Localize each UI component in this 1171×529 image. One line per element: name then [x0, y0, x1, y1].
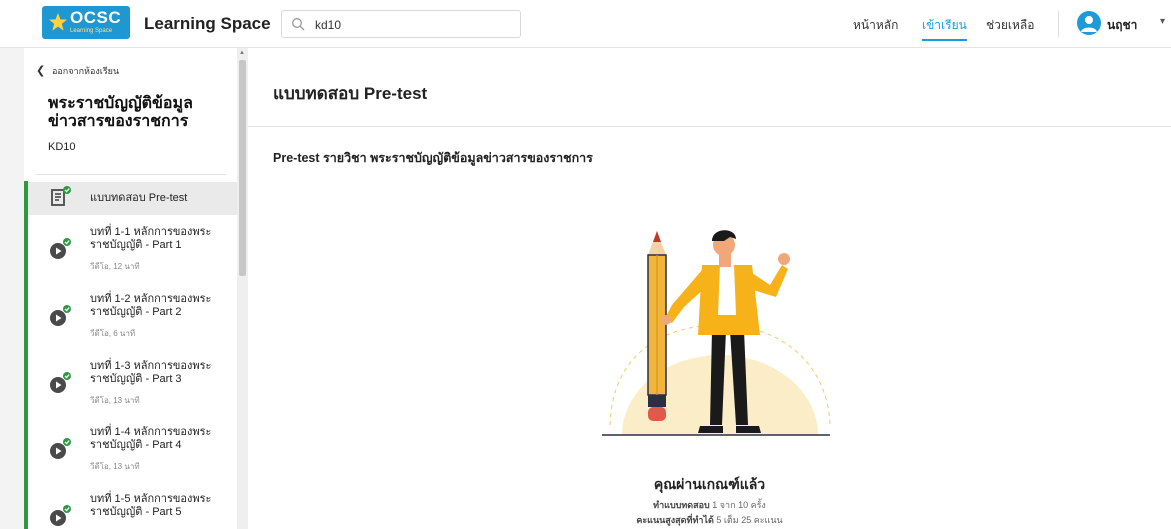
lesson-label: บทที่ 1-4 หลักการของพระราชบัญญัติ - Part… [90, 426, 212, 451]
scroll-up-icon[interactable]: ▲ [239, 50, 245, 56]
lesson-item-1-2[interactable]: บทที่ 1-2 หลักการของพระราชบัญญัติ - Part… [24, 287, 237, 345]
attempt-label: ทำแบบทดสอบ [653, 500, 710, 510]
chevron-down-icon[interactable]: ▾ [1160, 16, 1165, 27]
search-input[interactable] [315, 15, 510, 34]
lesson-item-1-1[interactable]: บทที่ 1-1 หลักการของพระราชบัญญัติ - Part… [24, 220, 237, 278]
lesson-item-1-5[interactable]: บทที่ 1-5 หลักการของพระราชบัญญัติ - Part… [24, 487, 237, 529]
main-content: แบบทดสอบ Pre-test Pre-test รายวิชา พระรา… [248, 48, 1171, 529]
course-title: พระราชบัญญัติข้อมูลข่าวสารของราชการ [48, 95, 193, 130]
lesson-label: บทที่ 1-5 หลักการของพระราชบัญญัติ - Part… [90, 493, 212, 518]
video-play-icon [50, 372, 71, 393]
logo-text: OCSC [70, 8, 122, 27]
video-play-icon [50, 238, 71, 259]
nav-divider [1058, 11, 1059, 37]
star-logo-icon [49, 13, 67, 31]
nav-home[interactable]: หน้าหลัก [853, 16, 898, 35]
pretest-illustration [602, 230, 831, 436]
video-play-icon [50, 505, 71, 526]
quiz-subtitle: Pre-test รายวิชา พระราชบัญญัติข้อมูลข่าว… [273, 151, 593, 165]
divider [36, 174, 226, 175]
lesson-label: บทที่ 1-3 หลักการของพระราชบัญญัติ - Part… [90, 360, 212, 385]
lesson-meta: วีดีโอ, 13 นาที [90, 462, 140, 471]
lesson-label: บทที่ 1-1 หลักการของพระราชบัญญัติ - Part… [90, 226, 212, 251]
video-play-icon [50, 305, 71, 326]
search-icon [292, 18, 305, 31]
back-label: ออกจากห้องเรียน [52, 66, 120, 76]
nav-enrolled[interactable]: เข้าเรียน [922, 16, 967, 41]
scrollbar-thumb[interactable] [239, 60, 246, 276]
sidebar-scrollbar[interactable]: ▲ [237, 48, 248, 529]
nav-help[interactable]: ช่วยเหลือ [986, 16, 1035, 35]
ocsc-logo[interactable]: OCSC Learning Space [42, 6, 130, 39]
pass-status-heading: คุณผ่านเกณฑ์แล้ว [653, 476, 766, 492]
attempt-info: ทำแบบทดสอบ 1 จาก 10 ครั้ง [248, 498, 1171, 512]
lesson-meta: วีดีโอ, 13 นาที [90, 396, 140, 405]
score-label: คะแนนสูงสุดที่ทำได้ [636, 515, 714, 525]
user-name[interactable]: นฤชา [1107, 16, 1137, 35]
lesson-item-1-4[interactable]: บทที่ 1-4 หลักการของพระราชบัญญัติ - Part… [24, 420, 237, 478]
lesson-item-pretest[interactable]: แบบทดสอบ Pre-test [24, 182, 237, 215]
back-to-classroom-link[interactable]: ❮ ออกจากห้องเรียน [36, 64, 119, 78]
quiz-document-icon [51, 186, 71, 206]
course-sidebar: ❮ ออกจากห้องเรียน พระราชบัญญัติข้อมูลข่าว… [24, 48, 237, 529]
course-progress-bar [24, 181, 28, 529]
video-play-icon [50, 438, 71, 459]
chevron-left-icon: ❮ [36, 65, 46, 77]
score-info: คะแนนสูงสุดที่ทำได้ 5 เต็ม 25 คะแนน [248, 513, 1171, 527]
user-icon [1081, 16, 1097, 32]
top-navigation-bar: OCSC Learning Space Learning Space หน้าห… [0, 0, 1171, 48]
user-avatar[interactable] [1077, 11, 1101, 35]
search-box[interactable] [281, 10, 521, 38]
lesson-label: บทที่ 1-2 หลักการของพระราชบัญญัติ - Part… [90, 293, 212, 318]
attempt-value: 1 จาก 10 ครั้ง [712, 500, 766, 510]
page-title: แบบทดสอบ Pre-test [273, 84, 428, 103]
course-code: KD10 [48, 141, 76, 153]
score-value: 5 เต็ม 25 คะแนน [716, 515, 783, 525]
divider [248, 126, 1171, 127]
lesson-label: แบบทดสอบ Pre-test [90, 192, 188, 204]
brand-title[interactable]: Learning Space [144, 14, 271, 34]
lesson-meta: วีดีโอ, 6 นาที [90, 329, 136, 338]
logo-subtext: Learning Space [70, 28, 113, 34]
lesson-meta: วีดีโอ, 12 นาที [90, 262, 140, 271]
lesson-item-1-3[interactable]: บทที่ 1-3 หลักการของพระราชบัญญัติ - Part… [24, 354, 237, 412]
